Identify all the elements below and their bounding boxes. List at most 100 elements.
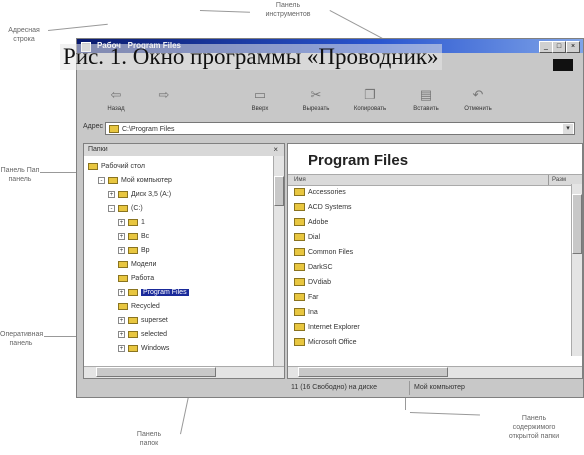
list-item-label: ACD Systems — [308, 204, 352, 211]
folder-icon — [118, 260, 128, 268]
collapse-icon[interactable]: - — [108, 204, 115, 212]
tree-item-label: Работа — [131, 275, 155, 282]
folder-icon — [294, 263, 305, 272]
tree-item-label: Рабочий стол — [101, 163, 145, 170]
address-label: Адрес — [83, 123, 104, 130]
scrollbar-thumb[interactable] — [274, 176, 284, 206]
tree-item[interactable]: Модели — [118, 260, 156, 270]
expand-icon[interactable]: + — [118, 316, 125, 324]
list-item[interactable]: Internet Explorer — [294, 323, 360, 333]
folder-icon — [294, 218, 305, 227]
tree-item-label: Диск 3,5 (A:) — [131, 191, 172, 198]
paste-icon: ▤ — [419, 87, 433, 102]
figure-caption: Рис. 1. Окно программы «Проводник» — [60, 44, 442, 70]
list-item[interactable]: Accessories — [294, 188, 346, 198]
tree-item[interactable]: Рабочий стол — [88, 162, 145, 172]
folder-icon — [294, 233, 305, 242]
toolbar-button-label: Копировать — [353, 106, 387, 112]
tree-item-label: Windows — [141, 345, 170, 352]
expand-icon[interactable]: + — [118, 246, 125, 254]
list-item-label: Ina — [308, 309, 318, 316]
expand-icon[interactable]: + — [118, 232, 125, 240]
vertical-scrollbar[interactable] — [571, 184, 582, 356]
folders-pane: Папки × Рабочий стол - Мой компьютер + Диск … — [83, 143, 285, 379]
tree-item[interactable]: - Мой компьютер — [98, 176, 172, 186]
scrollbar-thumb[interactable] — [572, 194, 582, 254]
folder-icon — [294, 338, 305, 347]
back-arrow-icon: ⇦ — [110, 87, 122, 102]
tree-item[interactable]: + Диск 3,5 (A:) — [108, 190, 171, 200]
maximize-button[interactable]: □ — [552, 41, 566, 53]
folder-icon — [294, 248, 305, 257]
expand-icon[interactable]: + — [118, 218, 125, 226]
vertical-scrollbar[interactable] — [273, 156, 284, 366]
expand-icon[interactable]: + — [118, 288, 125, 296]
close-icon[interactable]: × — [273, 144, 278, 156]
column-size[interactable]: Разм — [548, 175, 566, 185]
list-item[interactable]: Adobe — [294, 218, 328, 228]
tree-item[interactable]: +1 — [118, 218, 145, 228]
undo-icon: ↶ — [472, 87, 484, 102]
folder-icon — [109, 125, 119, 133]
list-item[interactable]: Dial — [294, 233, 320, 243]
callout-address-bar: Адресная строка — [8, 27, 40, 43]
folder-icon — [294, 293, 305, 302]
tree-item-label: Bc — [141, 233, 150, 240]
toolbar-button[interactable]: ▭ Вверх — [235, 85, 285, 119]
list-item[interactable]: Ina — [294, 308, 318, 318]
tree-item-label: Program Files — [141, 289, 189, 296]
tree-item[interactable]: Работа — [118, 274, 154, 284]
toolbar-button[interactable]: ↶ Отменить — [453, 85, 503, 119]
toolbar-button[interactable]: ⇨ — [139, 85, 189, 119]
tree-item[interactable]: - (C:) — [108, 204, 143, 214]
column-name[interactable]: Имя — [294, 175, 306, 185]
list-item[interactable]: Far — [294, 293, 319, 303]
toolbar-button-label: Назад — [107, 106, 125, 112]
tree-item-label: 1 — [141, 219, 145, 226]
callout-explorer-panel: Панель Пап панель — [0, 167, 40, 183]
close-button[interactable]: × — [566, 41, 580, 53]
explorer-window: Рабоч Program Files _ □ × ⇦Назад⇨▭Вверх✂… — [76, 38, 584, 398]
expand-icon[interactable]: + — [118, 344, 125, 352]
toolbar-button[interactable]: ❐ Копировать — [345, 85, 395, 119]
toolbar-button[interactable]: ⇦ Назад — [91, 85, 141, 119]
horizontal-scrollbar[interactable] — [84, 366, 284, 378]
toolbar-button[interactable]: ▤ Вставить — [401, 85, 451, 119]
forward-arrow-icon: ⇨ — [158, 87, 170, 102]
address-bar: Адрес C:\Program Files ▾ — [81, 121, 579, 137]
list-item[interactable]: DarkSC — [294, 263, 333, 273]
list-item[interactable]: ACD Systems — [294, 203, 352, 213]
leader-line — [409, 412, 480, 416]
folder-title: Program Files — [308, 152, 409, 169]
list-item-label: DarkSC — [308, 264, 333, 271]
list-item[interactable]: Common Files — [294, 248, 353, 258]
expand-icon[interactable]: + — [108, 190, 115, 198]
up-folder-icon: ▭ — [253, 87, 267, 102]
tree-item[interactable]: + superset — [118, 316, 168, 326]
list-item[interactable]: Microsoft Office — [294, 338, 357, 348]
tree-item[interactable]: + Windows — [118, 344, 169, 354]
scrollbar-thumb[interactable] — [96, 367, 216, 377]
leader-line — [199, 10, 250, 13]
folder-icon — [128, 330, 138, 338]
minimize-button[interactable]: _ — [539, 41, 553, 53]
tree-item-label: selected — [141, 331, 168, 338]
list-item[interactable]: DVdiab — [294, 278, 331, 288]
collapse-icon[interactable]: - — [98, 176, 105, 184]
tree-item-label: Модели — [131, 261, 157, 268]
chevron-down-icon[interactable]: ▾ — [563, 124, 573, 134]
scrollbar-thumb[interactable] — [298, 367, 448, 377]
toolbar-button[interactable]: ✂ Вырезать — [291, 85, 341, 119]
callout-contents-panel: Панель содержимого открытой папки — [508, 415, 560, 440]
column-header: Имя Разм — [288, 174, 582, 186]
tree-item[interactable]: + Bc — [118, 232, 149, 242]
tree-item[interactable]: + selected — [118, 330, 167, 340]
folder-icon — [128, 288, 138, 296]
tree-item[interactable]: Recycled — [118, 302, 160, 312]
address-input[interactable]: C:\Program Files ▾ — [105, 122, 575, 135]
expand-icon[interactable]: + — [118, 330, 125, 338]
tree-item[interactable]: + Bp — [118, 246, 150, 256]
tree-item[interactable]: + Program Files — [118, 288, 189, 298]
folder-icon — [294, 278, 305, 287]
horizontal-scrollbar[interactable] — [288, 366, 582, 378]
